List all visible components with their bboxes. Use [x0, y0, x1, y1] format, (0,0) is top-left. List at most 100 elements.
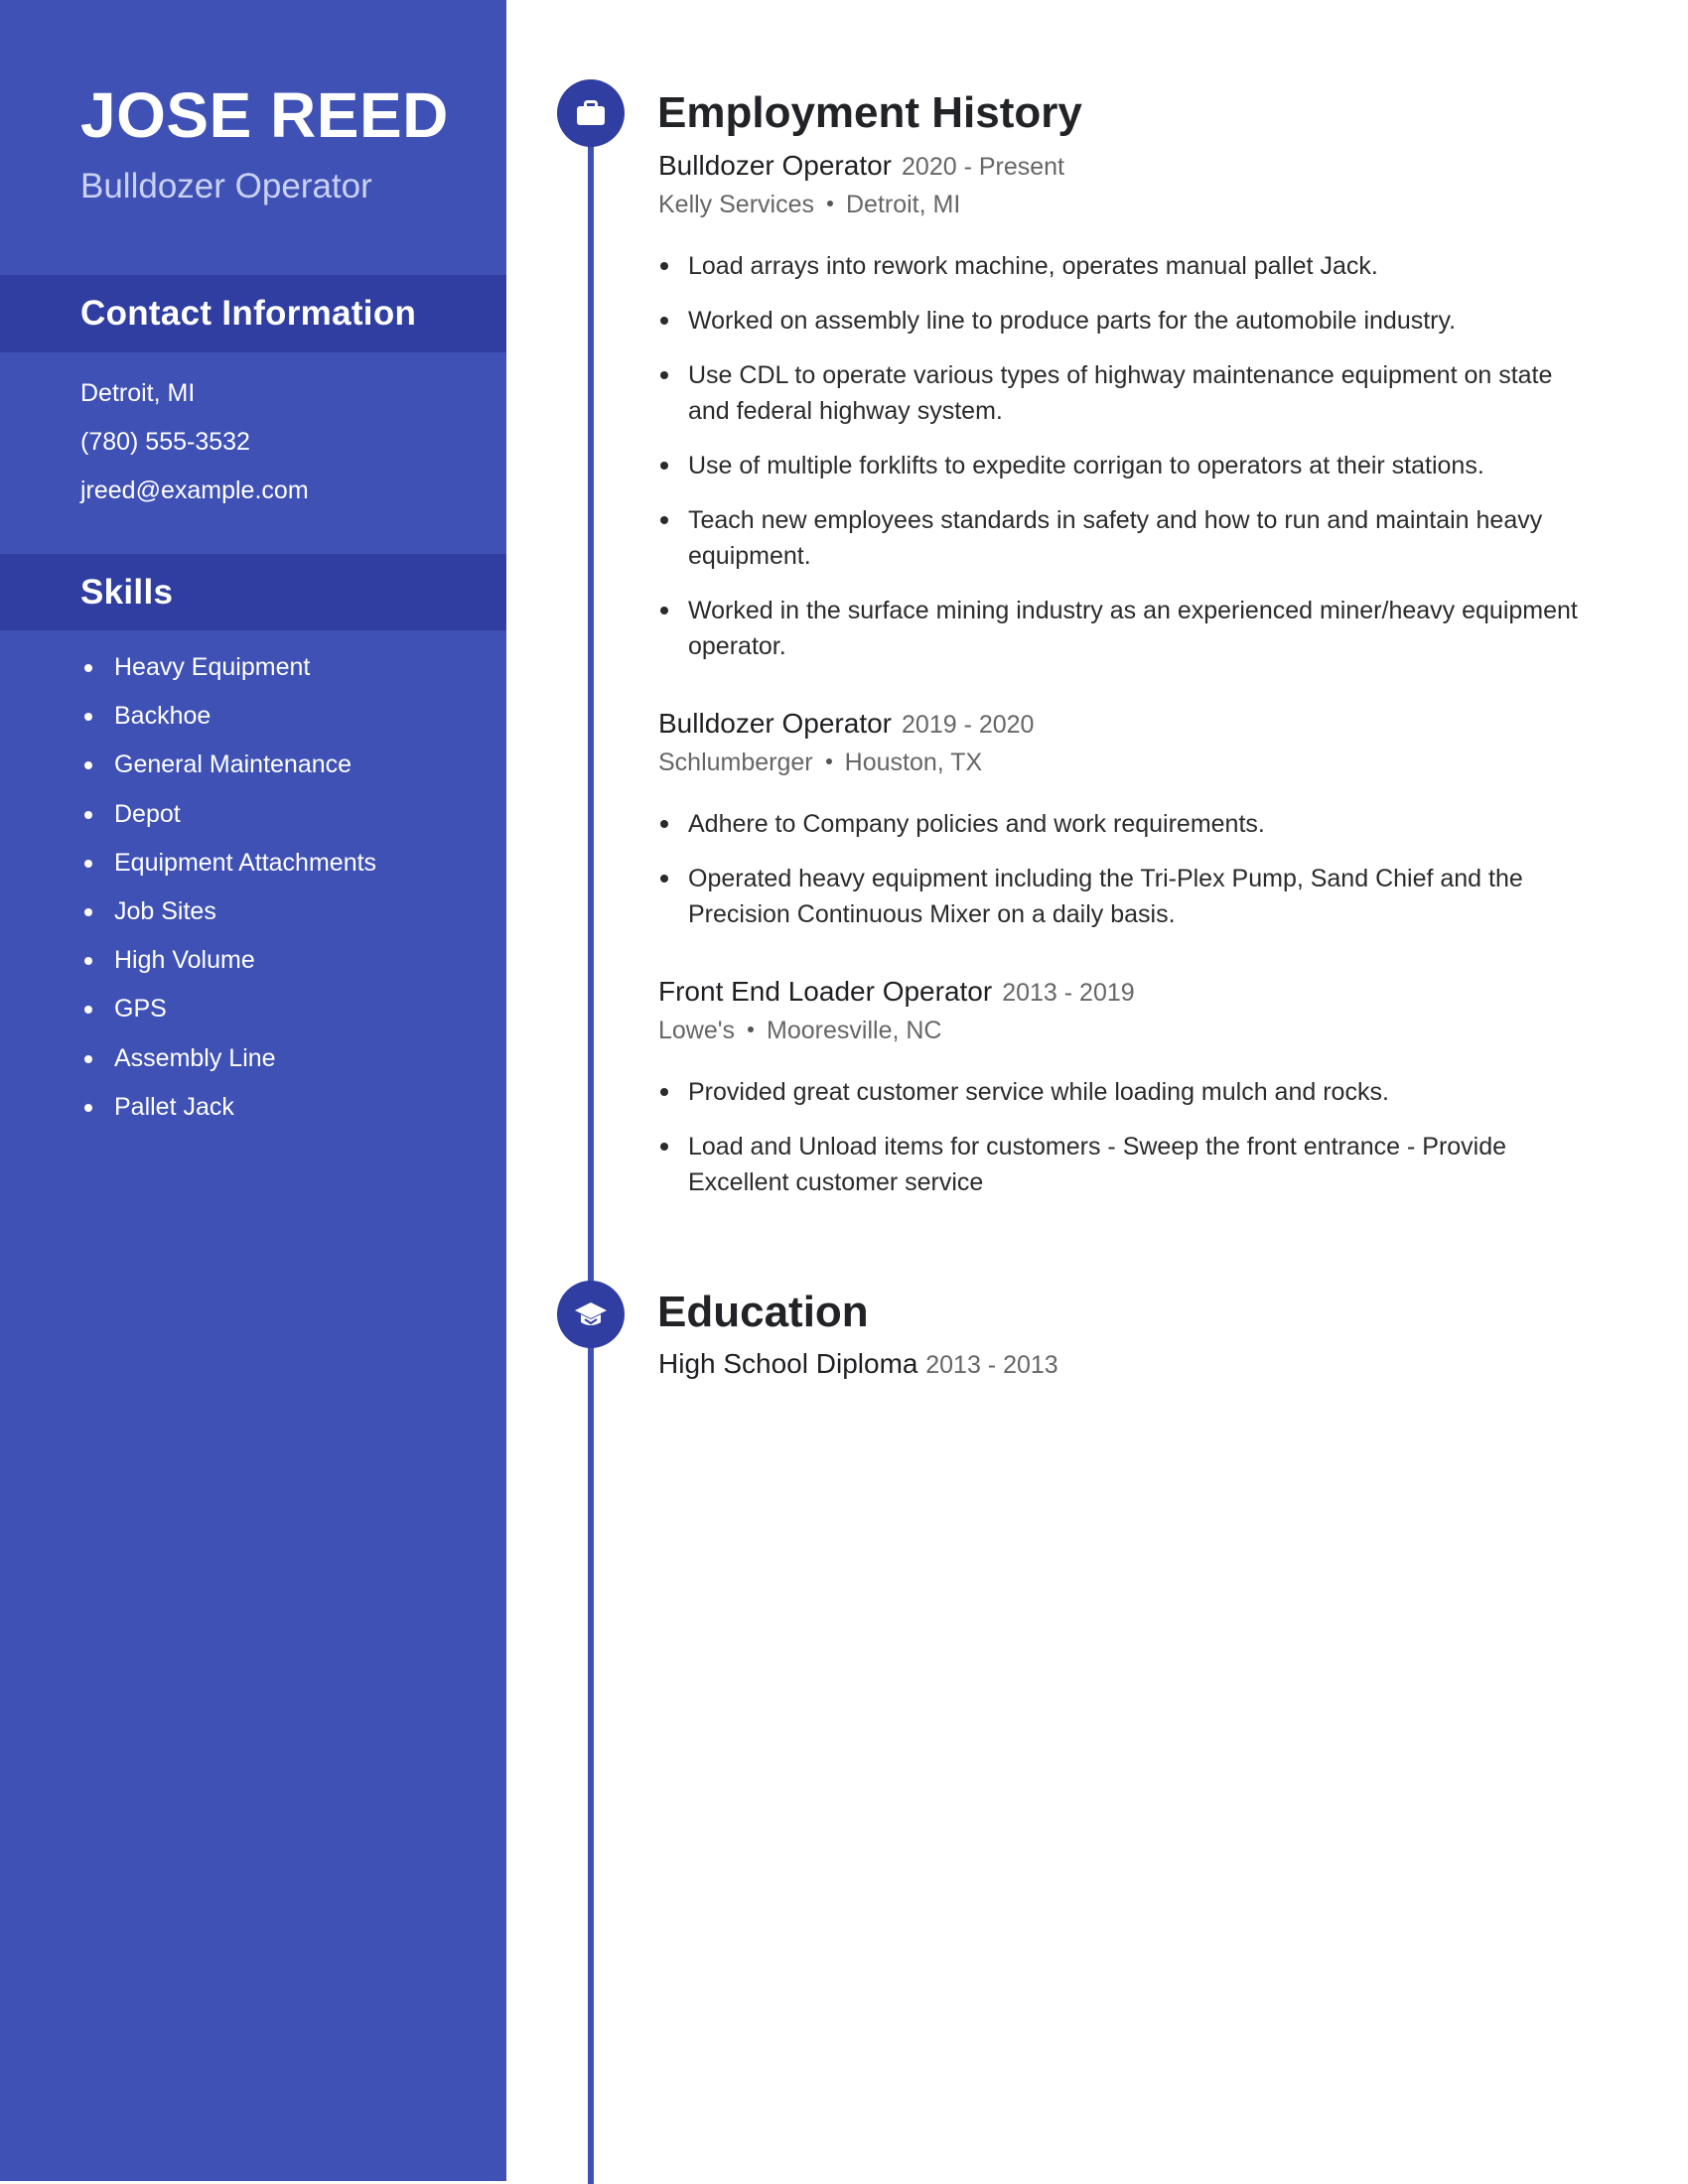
job-company: Lowe's	[658, 1017, 736, 1044]
job-dates: 2019 - 2020	[902, 711, 1035, 739]
briefcase-icon	[557, 79, 625, 147]
job-bullets: Adhere to Company policies and work requ…	[658, 806, 1602, 932]
sidebar: JOSE REED Bulldozer Operator Contact Inf…	[0, 0, 506, 2181]
candidate-title: Bulldozer Operator	[80, 167, 372, 205]
employment-heading: Employment History	[657, 88, 1082, 137]
job-bullet: Use CDL to operate various types of high…	[658, 357, 1587, 429]
job-bullets: Provided great customer service while lo…	[658, 1074, 1602, 1200]
skill-label: Depot	[114, 799, 181, 828]
job-meta: Lowe's Mooresville, NC	[658, 1013, 1602, 1048]
skill-item: Backhoe	[80, 692, 376, 741]
bullet-icon	[660, 462, 668, 470]
job-location: Detroit, MI	[846, 191, 961, 218]
education-entry: High School Diploma 2013 - 2013	[658, 1346, 1058, 1383]
bullet-icon	[84, 761, 92, 770]
timeline-line	[588, 119, 594, 2184]
bullet-text: Provided great customer service while lo…	[688, 1078, 1389, 1106]
bullet-text: Load arrays into rework machine, operate…	[688, 252, 1378, 280]
bullet-icon	[84, 908, 92, 917]
job-header: Bulldozer Operator 2020 - Present	[658, 148, 1602, 185]
bullet-text: Use of multiple forklifts to expedite co…	[688, 452, 1484, 479]
bullet-icon	[660, 1088, 668, 1096]
skills-heading: Skills	[80, 572, 174, 612]
bullet-icon	[660, 875, 668, 883]
skill-item: Depot	[80, 790, 376, 839]
skill-label: Backhoe	[114, 702, 211, 731]
education-dates: 2013 - 2013	[925, 1351, 1058, 1379]
bullet-text: Load and Unload items for customers - Sw…	[688, 1133, 1507, 1196]
job-location: Mooresville, NC	[767, 1017, 942, 1044]
separator-dot-icon	[748, 1026, 755, 1033]
job-bullet: Worked in the surface mining industry as…	[658, 593, 1587, 664]
job-bullet: Adhere to Company policies and work requ…	[658, 806, 1587, 842]
skill-item: Equipment Attachments	[80, 839, 376, 887]
skill-label: General Maintenance	[114, 751, 352, 779]
bullet-text: Teach new employees standards in safety …	[688, 506, 1543, 570]
bullet-icon	[84, 957, 92, 966]
skill-item: GPS	[80, 985, 376, 1033]
separator-dot-icon	[825, 758, 832, 765]
bullet-text: Use CDL to operate various types of high…	[688, 361, 1553, 425]
contact-email: jreed@example.com	[80, 477, 309, 504]
candidate-name: JOSE REED	[80, 79, 449, 151]
job-dates: 2020 - Present	[902, 153, 1065, 181]
skill-item: Assembly Line	[80, 1034, 376, 1083]
skill-item: Job Sites	[80, 887, 376, 936]
job-title: Bulldozer Operator	[658, 708, 893, 739]
skill-item: High Volume	[80, 936, 376, 985]
bullet-icon	[84, 810, 92, 819]
graduation-cap-icon	[557, 1281, 625, 1348]
skill-label: Pallet Jack	[114, 1092, 234, 1121]
bullet-icon	[660, 1143, 668, 1151]
job-company: Schlumberger	[658, 749, 813, 776]
bullet-icon	[660, 317, 668, 325]
job-location: Houston, TX	[844, 749, 983, 776]
job-bullets: Load arrays into rework machine, operate…	[658, 248, 1602, 664]
bullet-icon	[660, 607, 668, 614]
contact-phone: (780) 555-3532	[80, 428, 250, 456]
job-header: Front End Loader Operator 2013 - 2019	[658, 974, 1602, 1011]
skill-item: Pallet Jack	[80, 1083, 376, 1132]
separator-dot-icon	[827, 201, 833, 207]
job-entry: Front End Loader Operator 2013 - 2019 Low…	[658, 974, 1602, 1219]
bullet-icon	[84, 664, 92, 672]
bullet-icon	[660, 262, 668, 270]
skill-label: Heavy Equipment	[114, 653, 311, 681]
skill-item: Heavy Equipment	[80, 643, 376, 692]
job-bullet: Teach new employees standards in safety …	[658, 502, 1587, 574]
skills-list: Heavy Equipment Backhoe General Maintena…	[80, 643, 376, 1132]
job-header: Bulldozer Operator 2019 - 2020	[658, 706, 1602, 743]
bullet-icon	[84, 1103, 92, 1112]
job-bullet: Worked on assembly line to produce parts…	[658, 303, 1587, 339]
education-degree: High School Diploma	[658, 1348, 918, 1379]
job-bullet: Operated heavy equipment including the T…	[658, 861, 1587, 932]
bullet-icon	[660, 516, 668, 524]
job-entry: Bulldozer Operator 2020 - Present Kelly S…	[658, 148, 1602, 683]
contact-heading-band: Contact Information	[0, 275, 506, 352]
skill-label: Job Sites	[114, 897, 216, 926]
job-dates: 2013 - 2019	[1002, 979, 1135, 1007]
education-heading: Education	[657, 1288, 869, 1336]
job-company: Kelly Services	[658, 191, 814, 218]
job-meta: Kelly Services Detroit, MI	[658, 187, 1602, 222]
job-title: Front End Loader Operator	[658, 976, 993, 1007]
job-bullet: Load and Unload items for customers - Sw…	[658, 1129, 1587, 1200]
bullet-icon	[84, 713, 92, 722]
job-meta: Schlumberger Houston, TX	[658, 745, 1602, 780]
contact-location: Detroit, MI	[80, 379, 196, 407]
skill-label: Equipment Attachments	[114, 848, 377, 877]
job-title: Bulldozer Operator	[658, 150, 893, 181]
job-bullet: Provided great customer service while lo…	[658, 1074, 1587, 1110]
bullet-icon	[84, 859, 92, 868]
bullet-icon	[660, 371, 668, 379]
bullet-text: Worked in the surface mining industry as…	[688, 597, 1578, 660]
bullet-icon	[84, 1006, 92, 1015]
contact-heading: Contact Information	[80, 294, 417, 333]
bullet-icon	[660, 820, 668, 828]
skill-label: High Volume	[114, 946, 255, 975]
bullet-text: Adhere to Company policies and work requ…	[688, 810, 1265, 838]
bullet-text: Worked on assembly line to produce parts…	[688, 307, 1457, 335]
job-bullet: Use of multiple forklifts to expedite co…	[658, 448, 1587, 483]
job-bullet: Load arrays into rework machine, operate…	[658, 248, 1587, 284]
contact-list: Detroit, MI (780) 555-3532 jreed@example…	[80, 369, 309, 515]
